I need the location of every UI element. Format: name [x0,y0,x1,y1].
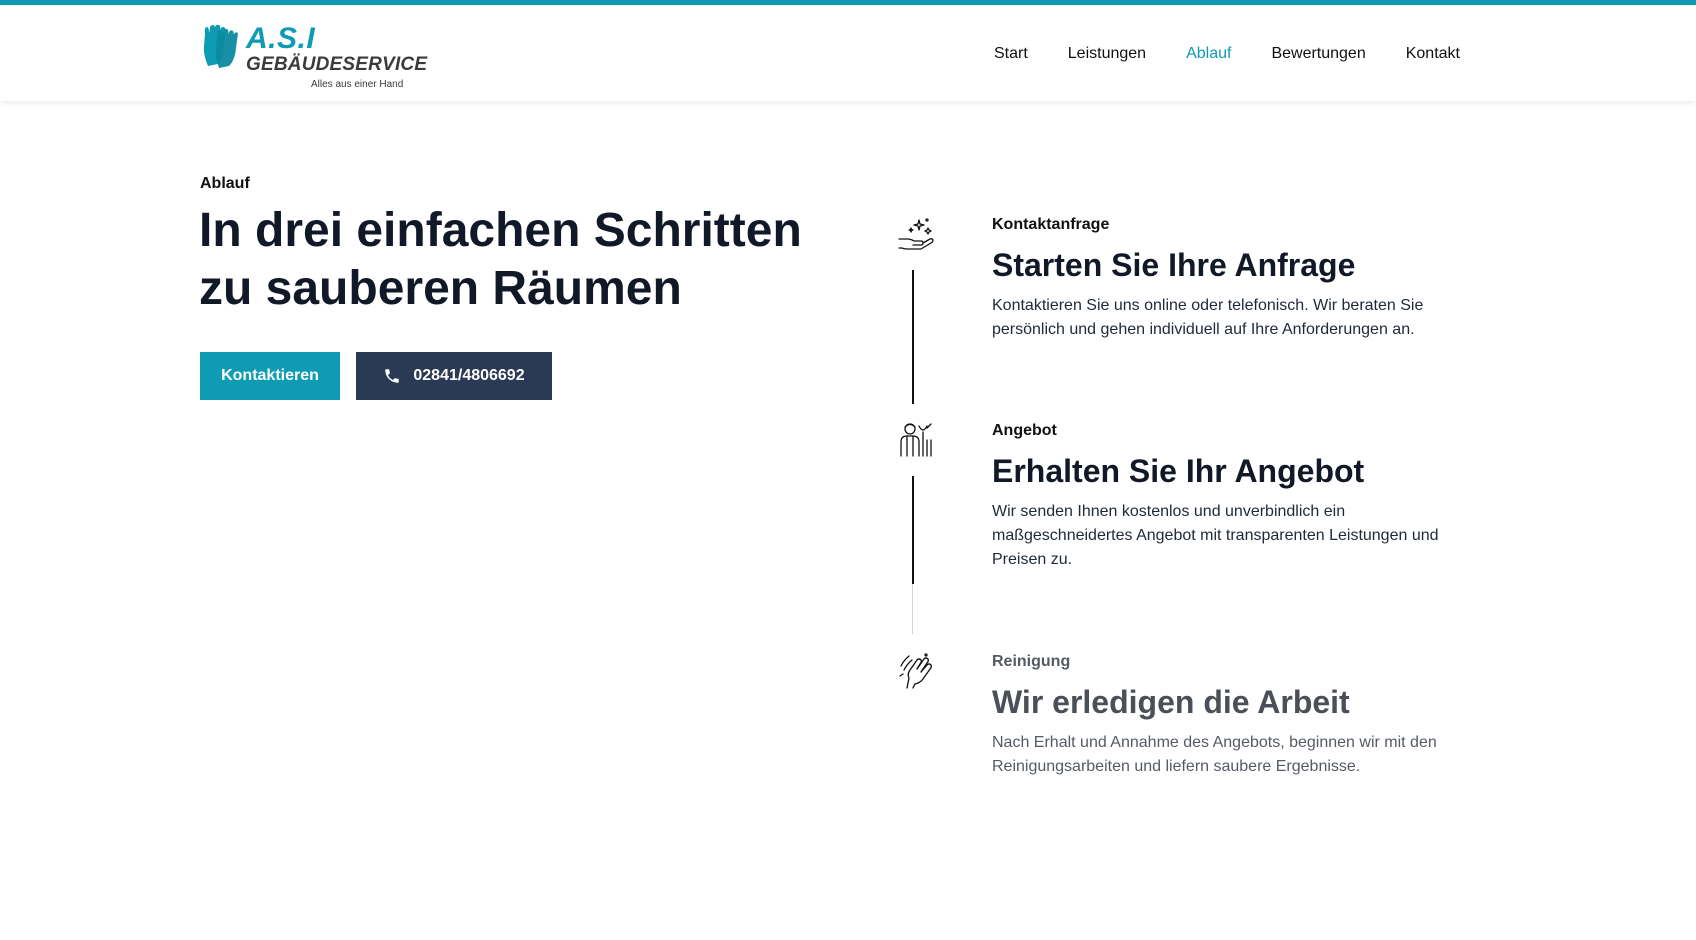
step-label: Angebot [992,422,1057,439]
step-description: Nach Erhalt und Annahme des Angebots, be… [992,734,1437,775]
logo-brand-name: A.S.I [246,22,316,55]
brand-logo[interactable]: A.S.I GEBÄUDESERVICE Alles aus einer Han… [199,20,427,92]
nav-item-leistungen[interactable]: Leistungen [1068,45,1146,63]
step-description: Kontaktieren Sie uns online oder telefon… [992,297,1424,338]
cleaner-worker-icon [900,423,932,457]
step-title: Wir erledigen die Arbeit [992,684,1350,720]
timeline-line [912,270,914,404]
step-offer: Angebot Erhalten Sie Ihr Angebot Wir sen… [992,422,1452,572]
logo-tagline: Alles aus einer Hand [311,79,404,90]
site-header: A.S.I GEBÄUDESERVICE Alles aus einer Han… [0,5,1696,101]
page-headline: In drei einfachen Schritten zu sauberen … [199,204,802,315]
timeline-line-progress [912,584,913,634]
step-contact-request: Kontaktanfrage Starten Sie Ihre Anfrage … [992,216,1452,342]
logo-service-name: GEBÄUDESERVICE [246,54,428,75]
wiping-hand-icon [899,653,932,689]
contact-button[interactable]: Kontaktieren [200,352,340,400]
step-cleaning: Reinigung Wir erledigen die Arbeit Nach … [992,653,1452,779]
nav-item-ablauf[interactable]: Ablauf [1186,45,1231,63]
gloves-icon [203,24,238,68]
nav-item-bewertungen[interactable]: Bewertungen [1271,45,1365,63]
step-label: Kontaktanfrage [992,216,1110,233]
step-title: Starten Sie Ihre Anfrage [992,247,1356,283]
phone-icon [385,369,400,383]
step-label: Reinigung [992,653,1071,670]
section-eyebrow: Ablauf [200,175,250,192]
contact-button-label: Kontaktieren [221,367,319,384]
phone-button-label: 02841/4806692 [413,367,525,384]
phone-button[interactable]: 02841/4806692 [356,352,552,400]
step-title: Erhalten Sie Ihr Angebot [992,453,1365,489]
sparkle-hand-icon [898,218,934,250]
nav-item-start[interactable]: Start [994,45,1028,63]
step-description: Wir senden Ihnen kostenlos und unverbind… [992,503,1439,568]
timeline-line [912,476,914,584]
main-navigation: Start Leistungen Ablauf Bewertungen Kont… [994,45,1460,63]
nav-item-kontakt[interactable]: Kontakt [1406,45,1460,63]
